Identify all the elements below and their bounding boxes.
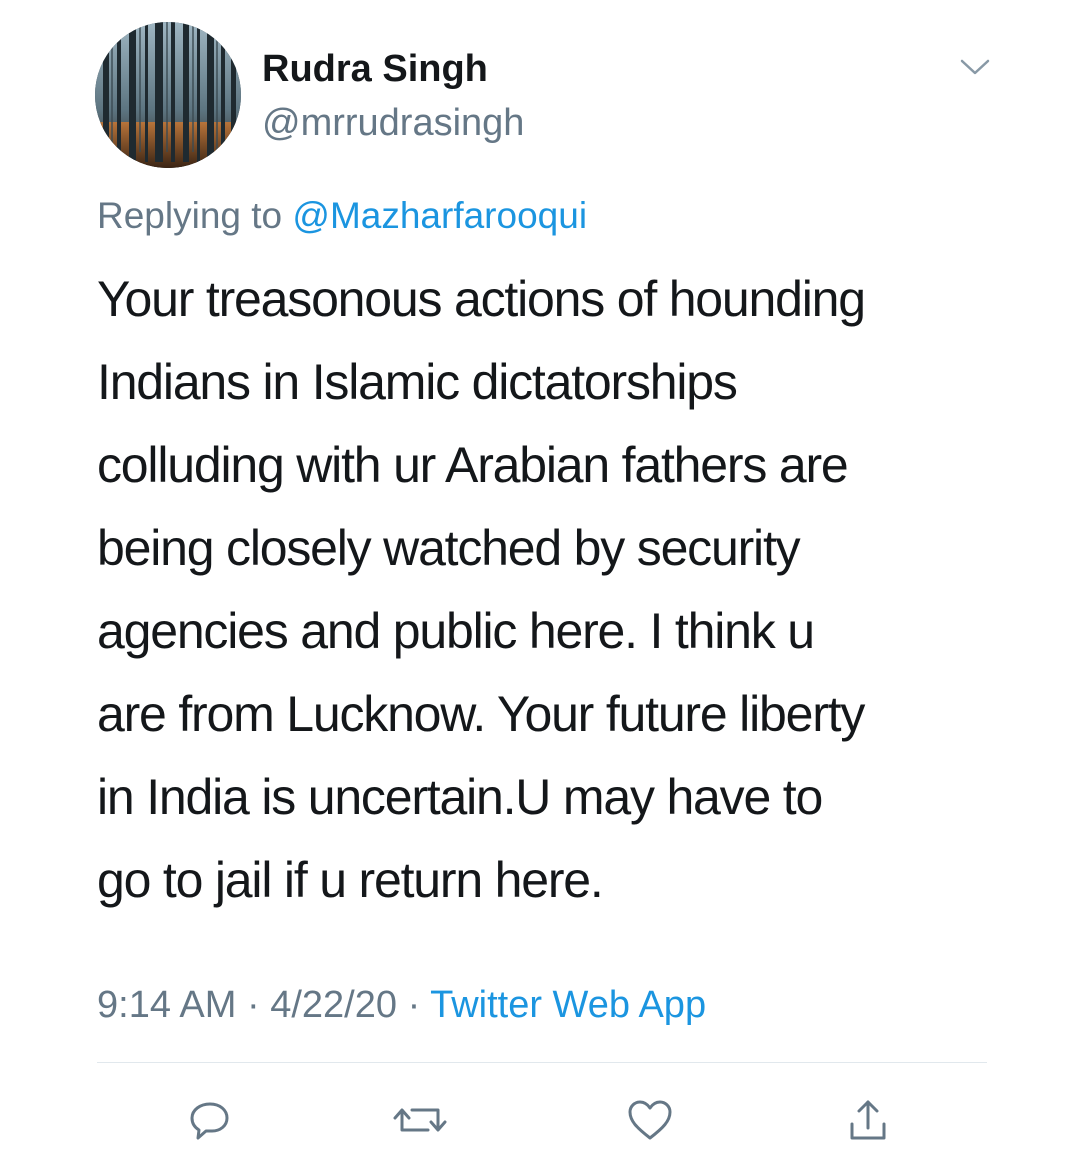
replying-to: Replying to @Mazharfarooqui <box>97 192 587 240</box>
meta-separator: · <box>407 984 421 1026</box>
share-icon[interactable] <box>840 1092 896 1148</box>
user-handle[interactable]: @mrrudrasingh <box>262 98 524 148</box>
meta-separator: · <box>246 984 260 1026</box>
tweet-text-line: are from Lucknow. Your future liberty <box>97 686 865 742</box>
tweet-text: Your treasonous actions of hounding Indi… <box>97 258 997 922</box>
avatar[interactable] <box>95 22 241 168</box>
tweet-meta: 9:14 AM · 4/22/20 · Twitter Web App <box>97 980 706 1030</box>
retweet-icon[interactable] <box>392 1092 448 1148</box>
chevron-down-icon[interactable] <box>958 54 992 80</box>
tweet-text-line: in India is uncertain.U may have to <box>97 769 823 825</box>
replying-to-mention[interactable]: @Mazharfarooqui <box>292 195 587 236</box>
replying-to-label: Replying to <box>97 195 283 236</box>
reply-icon[interactable] <box>182 1092 238 1148</box>
heart-icon[interactable] <box>622 1092 678 1148</box>
tweet-text-line: go to jail if u return here. <box>97 852 604 908</box>
tweet-date[interactable]: 4/22/20 <box>270 984 397 1026</box>
tweet-time[interactable]: 9:14 AM <box>97 984 236 1026</box>
tweet-card: Rudra Singh @mrrudrasingh Replying to @M… <box>0 0 1080 1164</box>
tweet-text-line: colluding with ur Arabian fathers are <box>97 437 849 493</box>
tweet-text-line: Your treasonous actions of hounding <box>97 271 866 327</box>
tweet-text-line: agencies and public here. I think u <box>97 603 815 659</box>
tweet-text-line: being closely watched by security <box>97 520 801 576</box>
tweet-source[interactable]: Twitter Web App <box>430 984 706 1026</box>
forest-avatar-image <box>95 22 241 168</box>
divider <box>97 1062 987 1063</box>
tweet-text-line: Indians in Islamic dictatorships <box>97 354 738 410</box>
display-name[interactable]: Rudra Singh <box>262 44 488 94</box>
